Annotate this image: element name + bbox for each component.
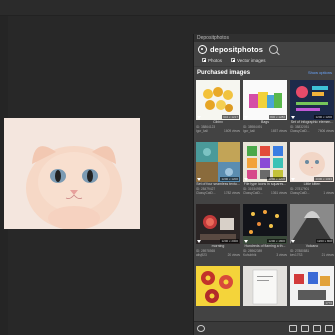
thumbnail[interactable] — [243, 266, 287, 306]
size-tag: 1200 x 1200 — [314, 115, 333, 119]
panel-footer — [194, 321, 335, 335]
size-tag: 1200 x 1200 — [220, 177, 239, 181]
cart-icon[interactable] — [301, 325, 309, 332]
grid-item[interactable]: 1200 x 1800 Hundreds of flaming a th... … — [243, 204, 287, 262]
thumbnail[interactable]: 1776 — [290, 266, 334, 306]
filter-row: Photos Vector images — [194, 56, 335, 64]
download-icon[interactable] — [291, 240, 295, 243]
filter-photos[interactable]: Photos — [202, 58, 222, 63]
list-icon[interactable] — [325, 325, 333, 332]
item-meta-row: Kuhubhik 3 views — [243, 253, 287, 257]
filter-photos-label: Photos — [208, 57, 223, 63]
app-top-bar — [0, 0, 335, 16]
size-tag: 1776 — [324, 301, 333, 305]
thumbnail[interactable]: 2000 x 1333 — [290, 142, 334, 182]
logo-text: depositphotos — [210, 44, 263, 54]
account-icon[interactable] — [197, 325, 205, 332]
grid-item[interactable]: 2000 x 1333 Little kitten ID: 27817901 C… — [290, 142, 334, 200]
item-views: 1657 views — [271, 128, 287, 133]
canvas-kitten-photo[interactable] — [4, 118, 140, 229]
item-meta-row: kev17S3 21 views — [290, 253, 334, 257]
size-tag: 1200 x 1200 — [267, 177, 286, 181]
item-user: igor_kali — [196, 128, 208, 133]
thumbnail[interactable] — [196, 266, 240, 306]
download-icon[interactable] — [291, 178, 295, 181]
checkbox-icon[interactable] — [231, 58, 236, 63]
image-grid: 904 x 1217 Cibinx ID: 38864123 igor_kali… — [194, 78, 335, 326]
grid-item[interactable]: 904 x 1217 Cibinx ID: 38864123 igor_kali… — [196, 80, 240, 138]
search-icon[interactable] — [268, 44, 278, 54]
grid-item[interactable] — [196, 266, 240, 324]
item-user: ClassyCatD... — [290, 128, 310, 133]
thumbnail[interactable]: 800 x 1280 — [243, 80, 287, 120]
show-options-link[interactable]: Show options — [308, 70, 332, 75]
thumbnail[interactable]: 904 x 1217 — [196, 80, 240, 120]
grid-item[interactable]: 1200 x 1200 File type icons in squares..… — [243, 142, 287, 200]
grid-item[interactable]: 1200 x 2000 morning ID: 28978565 alisj92… — [196, 204, 240, 262]
thumbnail[interactable]: 1200 x 1200 — [243, 142, 287, 182]
download-icon[interactable] — [244, 178, 248, 181]
item-meta-row: alisj923 20 views — [196, 253, 240, 257]
size-tag: 800 x 1280 — [269, 115, 286, 119]
item-views: 3 views — [276, 252, 287, 257]
thumbnail[interactable]: 1200 x 1200 — [290, 80, 334, 120]
item-meta-row: ClassyCatD... 1 views — [290, 191, 334, 195]
size-tag: 2000 x 1333 — [314, 177, 333, 181]
download-icon[interactable] — [197, 240, 201, 243]
item-views: 20 views — [227, 252, 240, 257]
depositphotos-panel: Depositphotos depositphotos Photos Vecto… — [193, 34, 335, 335]
panel-title: Depositphotos — [197, 35, 229, 41]
grid-item[interactable]: 1200 x 1200 Set of infographic elemen...… — [290, 80, 334, 138]
size-tag: 1200 x 800 — [316, 239, 333, 243]
filter-vectors-label: Vector images — [237, 57, 266, 63]
grid-item[interactable]: 1776 — [290, 266, 334, 324]
thumbnail[interactable]: 1200 x 2000 — [196, 204, 240, 244]
panel-header: depositphotos — [194, 42, 335, 56]
item-views: 1 views — [323, 190, 334, 195]
item-meta-row: ClassyCatD... 1361 views — [243, 191, 287, 195]
size-tag: 904 x 1217 — [222, 115, 239, 119]
item-user: igor_kali — [243, 128, 255, 133]
download-icon[interactable] — [197, 178, 201, 181]
grid-item[interactable]: 1200 x 800 Volcano ID: 27880881 kev17S3 2… — [290, 204, 334, 262]
item-user: ClassyCatD... — [196, 190, 216, 195]
section-title: Purchased images — [197, 69, 251, 76]
item-views: 21 views — [321, 252, 334, 257]
checkbox-icon[interactable] — [202, 58, 206, 63]
item-meta-row: igor_kali 1609 views — [196, 129, 240, 133]
item-views: 1609 views — [224, 128, 240, 133]
thumbnail[interactable]: 1200 x 1200 — [196, 142, 240, 182]
item-meta-row: igor_kali 1657 views — [243, 129, 287, 133]
filter-vectors[interactable]: Vector images — [231, 58, 266, 63]
settings-icon[interactable] — [313, 325, 321, 332]
item-user: ClassyCatD... — [243, 190, 263, 195]
grid-item[interactable]: 800 x 1280 Bags ID: 38984491 igor_kali 16… — [243, 80, 287, 138]
download-icon[interactable] — [244, 116, 248, 119]
item-user: alisj923 — [196, 252, 207, 257]
section-header: Purchased images Show options — [194, 66, 335, 78]
kitten-image — [4, 118, 140, 229]
download-icon[interactable] — [291, 116, 295, 119]
size-tag: 1200 x 2000 — [220, 239, 239, 243]
panel-title-bar[interactable]: Depositphotos — [194, 34, 335, 42]
depositphotos-logo-icon — [198, 44, 207, 54]
item-meta-row: ClassyCatD... 7606 views — [290, 129, 334, 133]
item-views: 1782 views — [224, 190, 240, 195]
item-user: ClassyCatD... — [290, 190, 310, 195]
item-views: 1361 views — [271, 190, 287, 195]
thumbnail[interactable]: 1200 x 1800 — [243, 204, 287, 244]
item-user: Kuhubhik — [243, 252, 257, 257]
download-icon[interactable] — [197, 116, 201, 119]
item-user: kev17S3 — [290, 252, 303, 257]
download-icon[interactable] — [244, 240, 248, 243]
grid-item[interactable]: 1200 x 1200 Set of four seamless textu..… — [196, 142, 240, 200]
item-views: 7606 views — [318, 128, 334, 133]
folder-icon[interactable] — [289, 325, 297, 332]
thumbnail[interactable]: 1200 x 800 — [290, 204, 334, 244]
grid-item[interactable] — [243, 266, 287, 324]
size-tag: 1200 x 1800 — [267, 239, 286, 243]
item-meta-row: ClassyCatD... 1782 views — [196, 191, 240, 195]
